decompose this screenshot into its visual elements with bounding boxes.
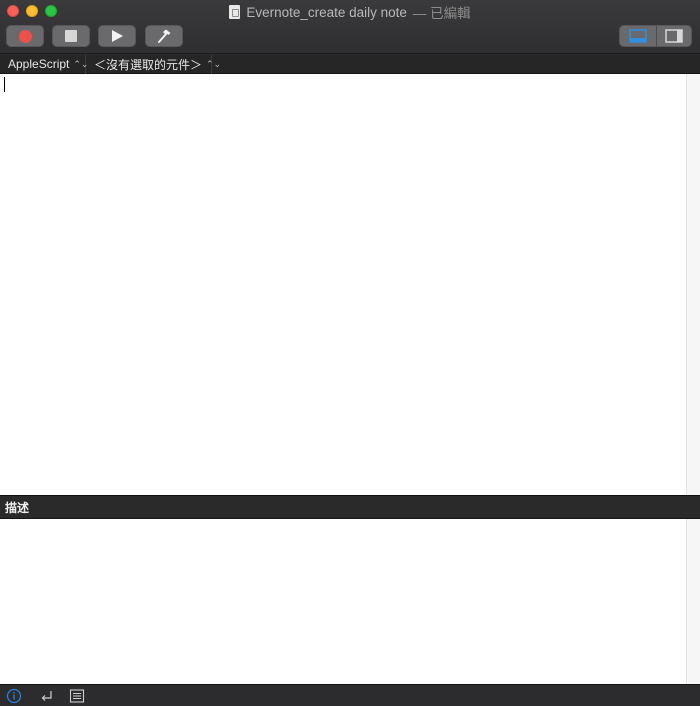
stop-button[interactable]: [52, 25, 90, 47]
script-editor-window: Evernote_create daily note — 已編輯 AppleSc…: [0, 0, 700, 706]
replies-button[interactable]: [38, 687, 56, 705]
script-editor[interactable]: [0, 74, 686, 495]
window-title: Evernote_create daily note — 已編輯: [0, 3, 700, 21]
description-scrollbar[interactable]: [686, 519, 700, 684]
play-icon: [112, 30, 123, 42]
language-label: AppleScript: [8, 57, 70, 71]
run-button[interactable]: [98, 25, 136, 47]
language-popup[interactable]: AppleScript ⌃⌄: [0, 54, 88, 74]
bottom-panel-icon: [629, 29, 647, 43]
edited-status: — 已編輯: [412, 6, 471, 21]
updown-chevron-icon: ⌃⌄: [206, 58, 222, 69]
description-header: 描述: [0, 495, 700, 519]
record-icon: [18, 29, 32, 43]
return-arrow-icon: [41, 691, 52, 701]
log-list-icon: [69, 689, 85, 703]
editor-scrollbar[interactable]: [686, 74, 700, 495]
info-icon: [6, 688, 22, 704]
text-caret: [4, 77, 5, 92]
description-text-area[interactable]: [0, 519, 686, 684]
document-icon: [229, 5, 241, 19]
side-panel-icon: [665, 29, 683, 43]
info-button[interactable]: [5, 687, 23, 705]
window-title-text: Evernote_create daily note: [246, 4, 407, 20]
stop-icon: [65, 30, 77, 42]
show-side-pane-button[interactable]: [655, 26, 692, 46]
bottom-bar: [0, 684, 700, 706]
record-button[interactable]: [6, 25, 44, 47]
log-button[interactable]: [68, 687, 86, 705]
navigation-bar: AppleScript ⌃⌄ ＜沒有選取的元件＞ ⌃⌄: [0, 54, 700, 74]
compile-button[interactable]: [145, 25, 183, 47]
element-label: ＜沒有選取的元件＞: [94, 57, 203, 72]
description-title: 描述: [5, 500, 30, 515]
hammer-icon: [158, 29, 171, 43]
show-bottom-pane-button[interactable]: [620, 26, 656, 46]
view-toggle: [619, 25, 692, 47]
title-toolbar: Evernote_create daily note — 已編輯: [0, 0, 700, 54]
element-popup[interactable]: ＜沒有選取的元件＞ ⌃⌄: [86, 54, 221, 74]
